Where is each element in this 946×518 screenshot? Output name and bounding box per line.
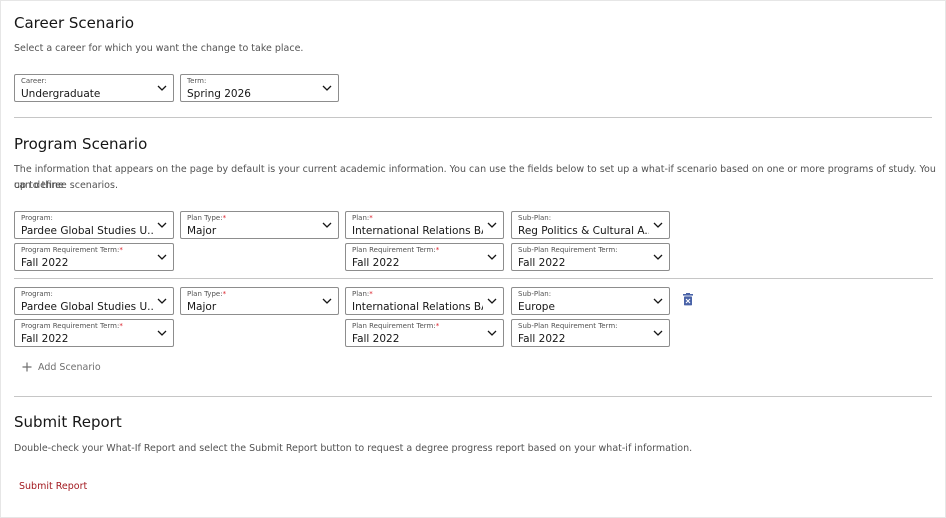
scenario-1-subplan-req-term-select[interactable]: Sub-Plan Requirement Term: Fall 2022 bbox=[511, 243, 670, 271]
plan-label: Plan: bbox=[352, 290, 370, 298]
chevron-down-icon bbox=[322, 222, 332, 228]
required-marker: * bbox=[119, 322, 123, 330]
scenario-1-plan-select[interactable]: Plan:* International Relations BA bbox=[345, 211, 504, 239]
section-divider bbox=[14, 396, 932, 397]
program-scenario-description-line2: up to three scenarios. bbox=[14, 180, 118, 191]
required-marker: * bbox=[369, 214, 373, 222]
chevron-down-icon bbox=[157, 222, 167, 228]
program-req-term-value: Fall 2022 bbox=[21, 333, 69, 345]
scenario-2-subplan-select[interactable]: Sub-Plan: Europe bbox=[511, 287, 670, 315]
scenario-2-plan-req-term-select[interactable]: Plan Requirement Term:* Fall 2022 bbox=[345, 319, 504, 347]
scenario-1-plan-req-term-select[interactable]: Plan Requirement Term:* Fall 2022 bbox=[345, 243, 504, 271]
program-value: Pardee Global Studies U... bbox=[21, 301, 153, 313]
career-value: Undergraduate bbox=[21, 88, 101, 100]
submit-report-heading: Submit Report bbox=[14, 413, 122, 431]
scenario-1-program-select[interactable]: Program: Pardee Global Studies U... bbox=[14, 211, 174, 239]
scenario-1-plan-type-select[interactable]: Plan Type:* Major bbox=[180, 211, 339, 239]
subplan-label: Sub-Plan: bbox=[518, 214, 552, 222]
submit-report-description: Double-check your What-If Report and sel… bbox=[14, 443, 693, 454]
add-scenario-button[interactable]: Add Scenario bbox=[22, 359, 101, 375]
scenario-2-plan-select[interactable]: Plan:* International Relations BA bbox=[345, 287, 504, 315]
required-marker: * bbox=[119, 246, 123, 254]
career-scenario-heading: Career Scenario bbox=[14, 14, 135, 32]
plan-type-label: Plan Type: bbox=[187, 290, 223, 298]
program-req-term-label: Program Requirement Term: bbox=[21, 246, 120, 254]
subplan-req-term-value: Fall 2022 bbox=[518, 257, 566, 269]
plan-type-label: Plan Type: bbox=[187, 214, 223, 222]
plan-value: International Relations BA bbox=[352, 225, 483, 237]
program-scenario-description-line1: The information that appears on the page… bbox=[14, 164, 936, 191]
scenario-2-plan-type-select[interactable]: Plan Type:* Major bbox=[180, 287, 339, 315]
chevron-down-icon bbox=[157, 85, 167, 91]
scenario-divider bbox=[14, 278, 933, 279]
program-value: Pardee Global Studies U... bbox=[21, 225, 153, 237]
plan-req-term-value: Fall 2022 bbox=[352, 257, 400, 269]
chevron-down-icon bbox=[487, 254, 497, 260]
chevron-down-icon bbox=[653, 330, 663, 336]
scenario-1-subplan-select[interactable]: Sub-Plan: Reg Politics & Cultural A... bbox=[511, 211, 670, 239]
plan-req-term-label: Plan Requirement Term: bbox=[352, 322, 436, 330]
chevron-down-icon bbox=[157, 330, 167, 336]
program-req-term-label: Program Requirement Term: bbox=[21, 322, 120, 330]
subplan-req-term-label: Sub-Plan Requirement Term: bbox=[518, 246, 618, 254]
subplan-value: Reg Politics & Cultural A... bbox=[518, 225, 649, 237]
required-marker: * bbox=[222, 290, 227, 298]
plan-type-value: Major bbox=[187, 301, 217, 313]
scenario-2-program-select[interactable]: Program: Pardee Global Studies U... bbox=[14, 287, 174, 315]
chevron-down-icon bbox=[322, 298, 332, 304]
subplan-value: Europe bbox=[518, 301, 555, 313]
chevron-down-icon bbox=[157, 254, 167, 260]
required-marker: * bbox=[435, 246, 440, 254]
program-req-term-value: Fall 2022 bbox=[21, 257, 69, 269]
add-scenario-label: Add Scenario bbox=[38, 361, 101, 373]
scenario-1-program-req-term-select[interactable]: Program Requirement Term:* Fall 2022 bbox=[14, 243, 174, 271]
program-label: Program: bbox=[21, 214, 53, 222]
career-scenario-description: Select a career for which you want the c… bbox=[14, 43, 304, 54]
career-select[interactable]: Career: Undergraduate bbox=[14, 74, 174, 102]
chevron-down-icon bbox=[487, 330, 497, 336]
subplan-req-term-label: Sub-Plan Requirement Term: bbox=[518, 322, 618, 330]
required-marker: * bbox=[222, 214, 227, 222]
program-scenario-heading: Program Scenario bbox=[14, 135, 148, 153]
chevron-down-icon bbox=[487, 222, 497, 228]
subplan-label: Sub-Plan: bbox=[518, 290, 552, 298]
plan-value: International Relations BA bbox=[352, 301, 483, 313]
chevron-down-icon bbox=[653, 222, 663, 228]
scenario-2-program-req-term-select[interactable]: Program Requirement Term:* Fall 2022 bbox=[14, 319, 174, 347]
required-marker: * bbox=[369, 290, 373, 298]
chevron-down-icon bbox=[157, 298, 167, 304]
term-value: Spring 2026 bbox=[187, 88, 251, 100]
plan-req-term-value: Fall 2022 bbox=[352, 333, 400, 345]
term-label: Term: bbox=[187, 77, 207, 85]
program-label: Program: bbox=[21, 290, 53, 298]
chevron-down-icon bbox=[322, 85, 332, 91]
scenario-2-subplan-req-term-select[interactable]: Sub-Plan Requirement Term: Fall 2022 bbox=[511, 319, 670, 347]
trash-icon[interactable] bbox=[682, 293, 694, 306]
term-select[interactable]: Term: Spring 2026 bbox=[180, 74, 339, 102]
subplan-req-term-value: Fall 2022 bbox=[518, 333, 566, 345]
chevron-down-icon bbox=[653, 298, 663, 304]
plan-label: Plan: bbox=[352, 214, 370, 222]
plus-icon bbox=[22, 362, 32, 372]
submit-report-button[interactable]: Submit Report bbox=[19, 481, 87, 492]
chevron-down-icon bbox=[653, 254, 663, 260]
required-marker: * bbox=[435, 322, 440, 330]
career-label: Career: bbox=[21, 77, 47, 85]
plan-type-value: Major bbox=[187, 225, 217, 237]
plan-req-term-label: Plan Requirement Term: bbox=[352, 246, 436, 254]
section-divider bbox=[14, 117, 932, 118]
chevron-down-icon bbox=[487, 298, 497, 304]
